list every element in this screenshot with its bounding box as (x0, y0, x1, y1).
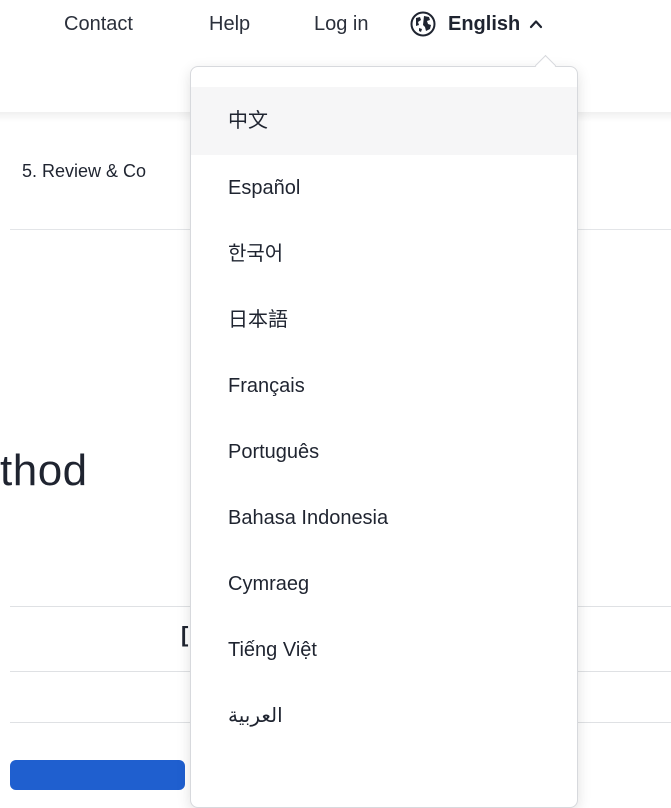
page-title: thod (0, 446, 88, 495)
chevron-up-icon (528, 16, 544, 32)
globe-icon (409, 10, 437, 38)
contact-link[interactable]: Contact (64, 10, 133, 38)
language-option-chinese[interactable]: 中文 (191, 87, 577, 155)
language-option-spanish[interactable]: Español (191, 155, 577, 221)
step-review-confirm[interactable]: 5. Review & Co (22, 161, 146, 182)
language-option-japanese[interactable]: 日本語 (191, 287, 577, 353)
payment-option-label-fragment: [ (181, 622, 189, 647)
language-option-korean[interactable]: 한국어 (191, 221, 577, 287)
language-option-arabic[interactable]: العربية (191, 683, 577, 749)
language-list: 中文 Español 한국어 日本語 Français Português Ba… (191, 87, 577, 749)
login-link[interactable]: Log in (314, 10, 369, 38)
language-option-indonesian[interactable]: Bahasa Indonesia (191, 485, 577, 551)
current-language-label: English (448, 12, 521, 35)
language-dropdown-menu: 中文 Español 한국어 日本語 Français Português Ba… (190, 66, 578, 808)
language-option-portuguese[interactable]: Português (191, 419, 577, 485)
language-option-french[interactable]: Français (191, 353, 577, 419)
language-option-welsh[interactable]: Cymraeg (191, 551, 577, 617)
language-selector-button[interactable]: English (409, 8, 544, 40)
continue-button[interactable] (10, 760, 185, 790)
language-option-vietnamese[interactable]: Tiếng Việt (191, 617, 577, 683)
help-link[interactable]: Help (209, 10, 250, 38)
top-navigation: Contact Help Log in English (0, 0, 671, 60)
